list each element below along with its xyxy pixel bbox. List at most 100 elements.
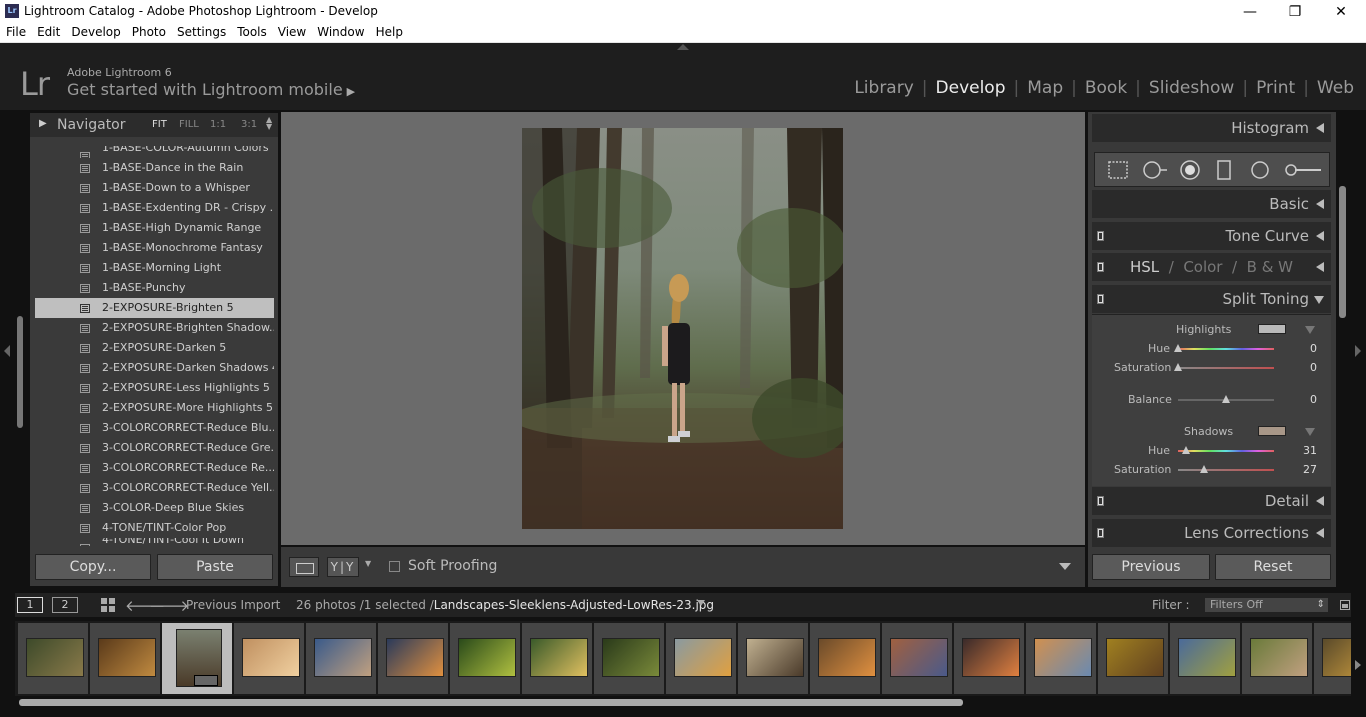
filmstrip-thumbnail[interactable] — [18, 623, 88, 694]
preset-item[interactable]: 2-EXPOSURE-Brighten 5 — [35, 298, 274, 318]
slider-thumb[interactable] — [1174, 363, 1182, 371]
preset-item[interactable]: 2-EXPOSURE-Less Highlights 5 — [35, 378, 274, 398]
filmstrip-thumbnail[interactable] — [810, 623, 880, 694]
preset-item[interactable]: 3-COLORCORRECT-Reduce Gre... — [35, 438, 274, 458]
left-panel-toggle-icon[interactable] — [4, 345, 10, 357]
menu-settings[interactable]: Settings — [171, 23, 231, 42]
filmstrip-thumbnail[interactable] — [882, 623, 952, 694]
module-library[interactable]: Library — [846, 78, 921, 98]
shadows-hue-value[interactable]: 31 — [1303, 444, 1317, 457]
basic-header[interactable]: Basic — [1092, 190, 1331, 218]
highlights-hue-slider[interactable] — [1174, 344, 1274, 352]
spot-removal-icon[interactable] — [1142, 159, 1168, 181]
filter-lock-icon[interactable] — [1340, 600, 1350, 610]
filmstrip-thumbnail[interactable] — [450, 623, 520, 694]
preset-item[interactable]: 1-BASE-Dance in the Rain — [35, 158, 274, 178]
main-photo[interactable] — [522, 128, 843, 529]
loupe-view-button[interactable] — [289, 557, 319, 577]
hsl-header[interactable]: HSL / Color / B & W — [1092, 253, 1331, 281]
before-after-dropdown-icon[interactable]: ▼ — [365, 559, 371, 568]
preset-item[interactable]: 2-EXPOSURE-Darken 5 — [35, 338, 274, 358]
module-slideshow[interactable]: Slideshow — [1141, 78, 1242, 98]
play-arrow-icon[interactable]: ▶ — [347, 85, 355, 98]
preset-item[interactable]: 1-BASE-COLOR-Autumn Colors — [35, 146, 274, 158]
filmstrip-thumbnail[interactable] — [234, 623, 304, 694]
menu-edit[interactable]: Edit — [31, 23, 65, 42]
paste-button[interactable]: Paste — [157, 554, 273, 580]
expand-triangle-icon[interactable] — [1314, 296, 1324, 304]
menu-tools[interactable]: Tools — [231, 23, 272, 42]
collapse-triangle-icon[interactable] — [1316, 123, 1324, 133]
graduated-filter-icon[interactable] — [1213, 159, 1235, 181]
split-toning-header[interactable]: Split Toning — [1092, 285, 1331, 313]
mobile-prompt[interactable]: Get started with Lightroom mobile ▶ — [67, 80, 355, 99]
highlights-hue-value[interactable]: 0 — [1310, 342, 1317, 355]
lens-corrections-header[interactable]: Lens Corrections — [1092, 519, 1331, 547]
collapse-triangle-icon[interactable] — [1316, 199, 1324, 209]
forward-arrow-icon[interactable]: 🡒 — [149, 596, 189, 615]
soft-proofing-label[interactable]: Soft Proofing — [408, 558, 497, 574]
grid-view-icon[interactable] — [101, 598, 115, 612]
module-print[interactable]: Print — [1248, 78, 1303, 98]
preset-item[interactable]: 3-COLORCORRECT-Reduce Yell... — [35, 478, 274, 498]
module-map[interactable]: Map — [1019, 78, 1071, 98]
collapse-triangle-icon[interactable] — [1316, 231, 1324, 241]
filename-dropdown-icon[interactable] — [697, 600, 705, 606]
shadows-color-picker-icon[interactable] — [1305, 428, 1315, 436]
filter-select[interactable]: Filters Off — [1204, 597, 1329, 613]
top-panel-toggle-icon[interactable] — [677, 44, 689, 50]
left-panel-scrollbar[interactable] — [17, 316, 23, 428]
panel-switch-icon[interactable] — [1097, 294, 1104, 304]
preset-item[interactable]: 1-BASE-High Dynamic Range — [35, 218, 274, 238]
right-panel-toggle-icon[interactable] — [1355, 345, 1361, 357]
filmstrip-thumbnail[interactable] — [666, 623, 736, 694]
shadows-hue-slider[interactable] — [1178, 446, 1274, 454]
zoom-1to1[interactable]: 1:1 — [210, 119, 226, 130]
filmstrip-thumbnail[interactable] — [1170, 623, 1240, 694]
maximize-button[interactable]: ❐ — [1272, 2, 1318, 22]
histogram-header[interactable]: Histogram — [1092, 114, 1331, 142]
menu-develop[interactable]: Develop — [65, 23, 125, 42]
zoom-3to1[interactable]: 3:1 — [241, 119, 257, 130]
filmstrip-thumbnail[interactable] — [1098, 623, 1168, 694]
filmstrip-thumbnail[interactable] — [90, 623, 160, 694]
preset-item[interactable]: 1-BASE-Exdenting DR - Crispy ... — [35, 198, 274, 218]
preset-item[interactable]: 3-COLORCORRECT-Reduce Re... — [35, 458, 274, 478]
shadows-saturation-slider[interactable] — [1178, 465, 1274, 473]
right-panel-scrollbar[interactable] — [1339, 186, 1346, 318]
shadows-saturation-value[interactable]: 27 — [1303, 463, 1317, 476]
filmstrip-scroll-right-icon[interactable] — [1355, 660, 1361, 670]
preset-item[interactable]: 1-BASE-Down to a Whisper — [35, 178, 274, 198]
filmstrip-thumbnail[interactable] — [1314, 623, 1351, 694]
menu-view[interactable]: View — [272, 23, 311, 42]
tone-curve-header[interactable]: Tone Curve — [1092, 222, 1331, 250]
navigator-header[interactable]: ▶ Navigator FIT FILL 1:1 3:1 ▲ ▼ — [30, 113, 278, 137]
menu-file[interactable]: File — [0, 23, 31, 42]
previous-button[interactable]: Previous — [1092, 554, 1210, 580]
crop-overlay-icon[interactable] — [1107, 159, 1129, 181]
balance-slider[interactable] — [1178, 395, 1274, 403]
reset-button[interactable]: Reset — [1215, 554, 1331, 580]
selected-filename[interactable]: Landscapes-Sleeklens-Adjusted-LowRes-23.… — [434, 598, 714, 612]
filmstrip-thumbnail[interactable] — [738, 623, 808, 694]
tab-hsl[interactable]: HSL — [1130, 258, 1159, 276]
preset-item[interactable]: 2-EXPOSURE-More Highlights 5 — [35, 398, 274, 418]
copy-button[interactable]: Copy... — [35, 554, 151, 580]
tab-color[interactable]: Color — [1183, 258, 1222, 276]
menu-photo[interactable]: Photo — [126, 23, 171, 42]
slider-thumb[interactable] — [1222, 395, 1230, 403]
red-eye-icon[interactable] — [1179, 159, 1201, 181]
filmstrip-thumbnail[interactable] — [162, 623, 232, 694]
preset-item[interactable]: 2-EXPOSURE-Darken Shadows 4 — [35, 358, 274, 378]
highlights-saturation-slider[interactable] — [1174, 363, 1274, 371]
filmstrip-thumbnail[interactable] — [378, 623, 448, 694]
adjustment-brush-icon[interactable] — [1283, 159, 1323, 181]
shadows-color-swatch[interactable] — [1258, 426, 1286, 436]
detail-header[interactable]: Detail — [1092, 487, 1331, 515]
radial-filter-icon[interactable] — [1249, 159, 1271, 181]
zoom-stepper-icon[interactable]: ▲ ▼ — [266, 116, 272, 131]
preset-item[interactable]: 1-BASE-Morning Light — [35, 258, 274, 278]
collapse-triangle-icon[interactable] — [1316, 528, 1324, 538]
main-window-button[interactable]: 1 — [17, 597, 43, 613]
menu-window[interactable]: Window — [311, 23, 369, 42]
